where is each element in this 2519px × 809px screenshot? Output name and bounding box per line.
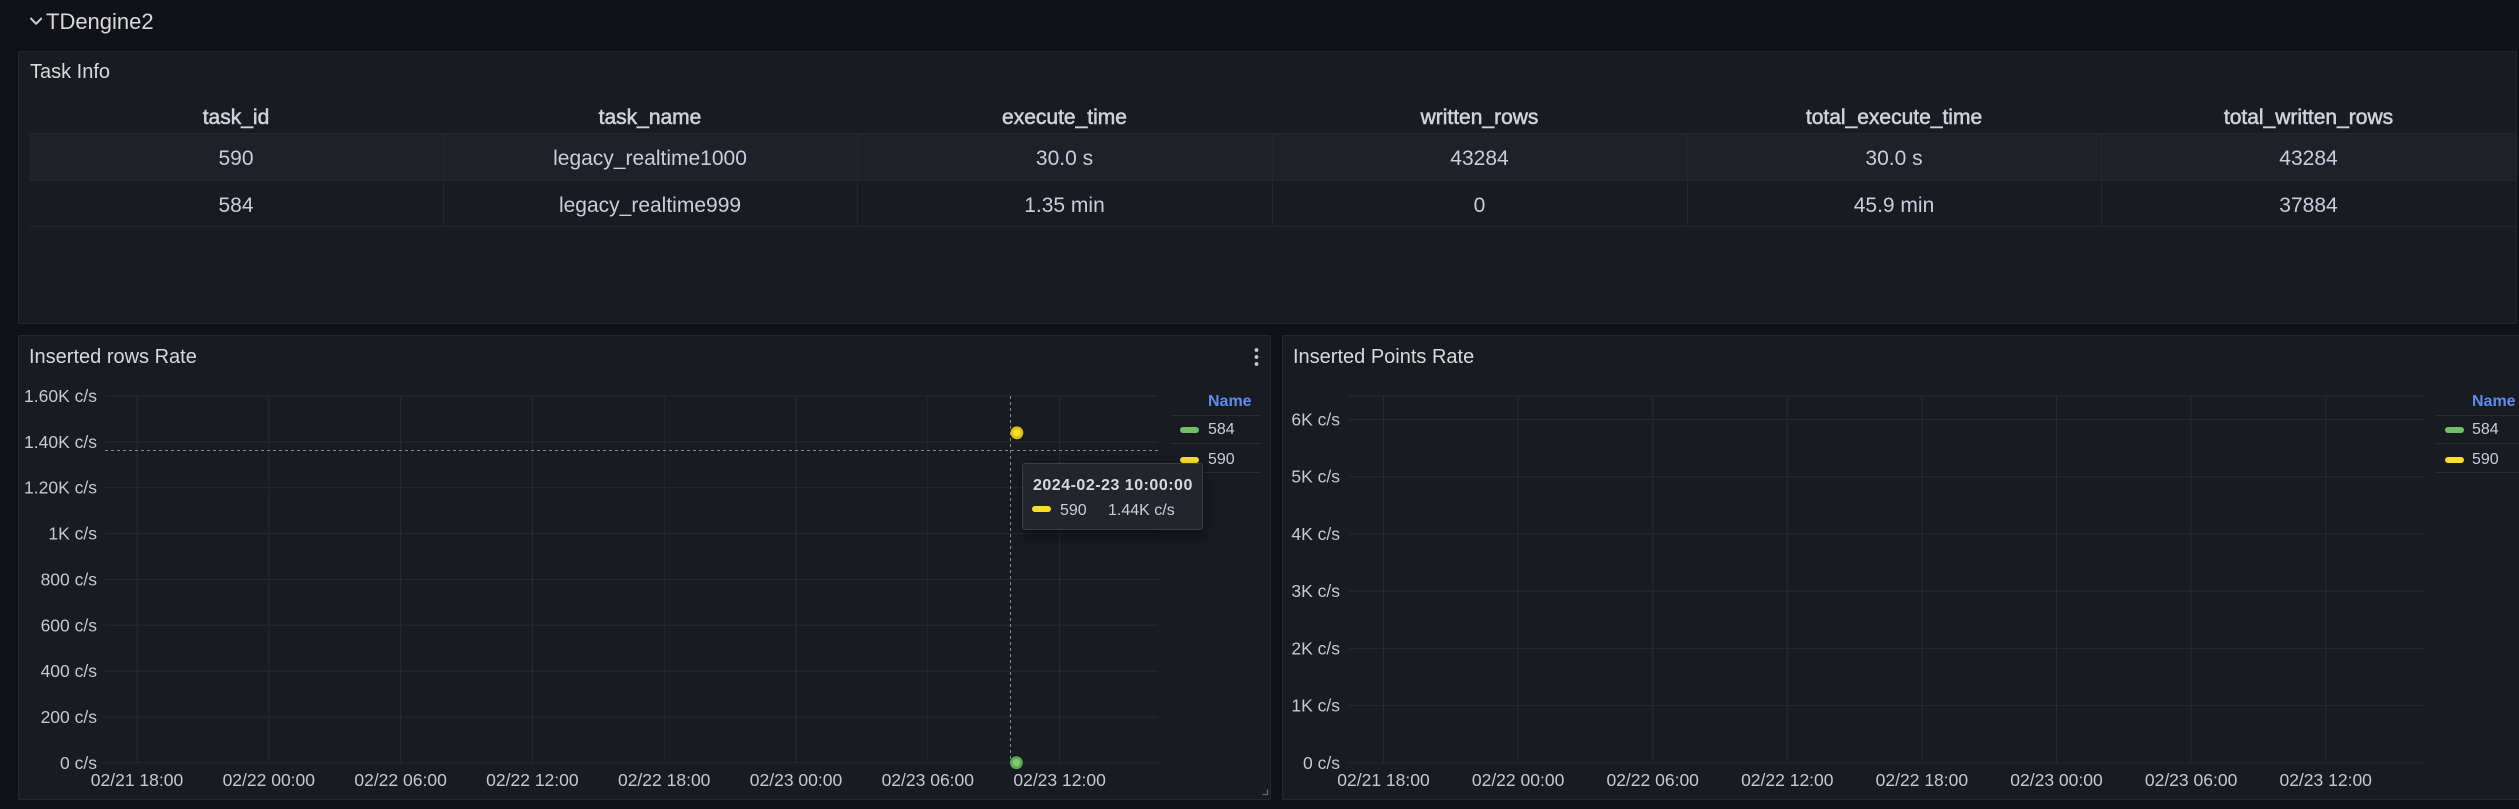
svg-text:1.40K c/s: 1.40K c/s: [24, 432, 97, 452]
svg-text:4K c/s: 4K c/s: [1291, 524, 1340, 544]
svg-text:200 c/s: 200 c/s: [41, 707, 98, 727]
svg-text:02/23 00:00: 02/23 00:00: [2010, 770, 2103, 790]
svg-text:02/22 06:00: 02/22 06:00: [1606, 770, 1699, 790]
svg-text:600 c/s: 600 c/s: [41, 615, 98, 635]
svg-text:02/22 00:00: 02/22 00:00: [223, 770, 316, 790]
svg-text:02/22 18:00: 02/22 18:00: [618, 770, 711, 790]
svg-text:400 c/s: 400 c/s: [41, 661, 98, 681]
svg-text:02/23 12:00: 02/23 12:00: [1013, 770, 1106, 790]
svg-text:02/22 18:00: 02/22 18:00: [1876, 770, 1969, 790]
svg-text:1K c/s: 1K c/s: [1291, 696, 1340, 716]
svg-text:02/22 12:00: 02/22 12:00: [486, 770, 579, 790]
svg-text:3K c/s: 3K c/s: [1291, 581, 1340, 601]
svg-text:02/22 12:00: 02/22 12:00: [1741, 770, 1834, 790]
svg-text:1K c/s: 1K c/s: [48, 524, 97, 544]
svg-text:02/23 12:00: 02/23 12:00: [2279, 770, 2372, 790]
svg-text:02/21 18:00: 02/21 18:00: [91, 770, 184, 790]
svg-text:2K c/s: 2K c/s: [1291, 638, 1340, 658]
svg-text:02/22 00:00: 02/22 00:00: [1472, 770, 1565, 790]
svg-text:0 c/s: 0 c/s: [1303, 753, 1340, 773]
svg-text:02/23 06:00: 02/23 06:00: [2145, 770, 2238, 790]
svg-text:02/21 18:00: 02/21 18:00: [1337, 770, 1430, 790]
svg-text:1.20K c/s: 1.20K c/s: [24, 478, 97, 498]
svg-text:02/22 06:00: 02/22 06:00: [354, 770, 447, 790]
svg-text:6K c/s: 6K c/s: [1291, 410, 1340, 430]
svg-text:5K c/s: 5K c/s: [1291, 467, 1340, 487]
svg-text:02/23 00:00: 02/23 00:00: [750, 770, 843, 790]
svg-text:800 c/s: 800 c/s: [41, 569, 98, 589]
svg-text:1.60K c/s: 1.60K c/s: [24, 386, 97, 406]
svg-text:02/23 06:00: 02/23 06:00: [882, 770, 975, 790]
